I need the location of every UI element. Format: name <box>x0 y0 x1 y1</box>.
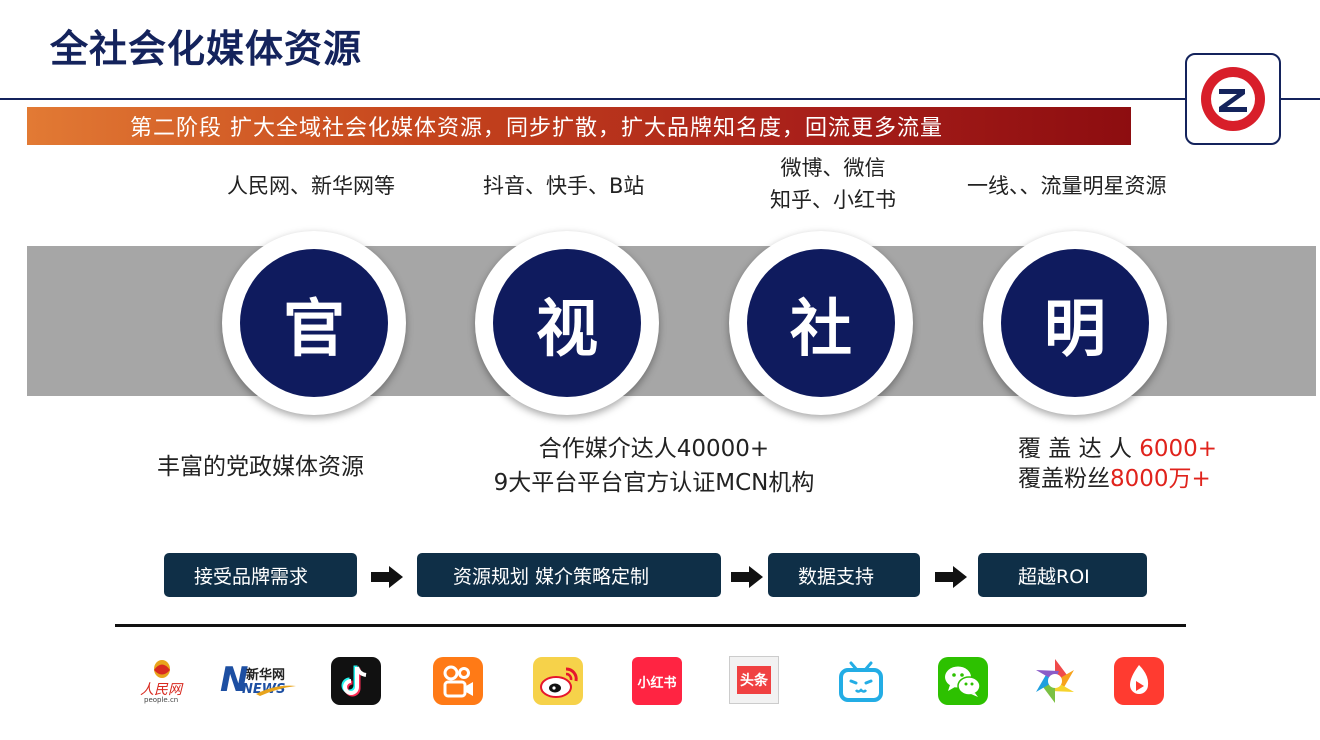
toutiao-frame: 头条 <box>729 656 779 704</box>
channel-circle-social: 社 <box>729 231 913 415</box>
channel-circle-star: 明 <box>983 231 1167 415</box>
wechat-icon <box>938 657 988 705</box>
channel-char-official: 官 <box>240 249 388 397</box>
xinhua-text: 新华网 <box>246 668 286 683</box>
desc-video-line2: 9大平台平台官方认证MCN机构 <box>493 470 815 496</box>
desc-star-row2-label: 覆盖粉丝 <box>1018 466 1110 492</box>
douyin-logo <box>330 656 382 706</box>
xinhua-swoosh-icon <box>256 685 296 696</box>
process-step-1: 接受品牌需求 <box>164 553 357 597</box>
toutiao-logo: 头条 <box>728 655 780 705</box>
xiaohongshu-text: 小红书 <box>632 657 682 705</box>
process-step-3: 数据支持 <box>768 553 920 597</box>
phase-banner-text: 第二阶段 扩大全域社会化媒体资源，同步扩散，扩大品牌知名度，回流更多流量 <box>130 116 943 141</box>
desc-video-line1: 合作媒介达人40000+ <box>538 436 770 462</box>
channel-char-video: 视 <box>493 249 641 397</box>
desc-star-row2-value: 8000万+ <box>1110 466 1211 492</box>
channel-label-social-line2: 知乎、小红书 <box>770 188 896 212</box>
company-logo <box>1185 53 1281 145</box>
desc-star-row2: 覆盖粉丝8000万+ <box>1018 462 1217 496</box>
arrow-right-icon <box>731 566 763 588</box>
desc-video: 合作媒介达人40000+ 9大平台平台官方认证MCN机构 <box>470 432 838 500</box>
channel-circle-official: 官 <box>222 231 406 415</box>
channel-char-social: 社 <box>747 249 895 397</box>
douyin-icon <box>331 657 381 705</box>
kuaishou-icon <box>433 657 483 705</box>
bottom-divider <box>115 624 1186 627</box>
channel-label-video: 抖音、快手、B站 <box>483 174 645 198</box>
xiaohongshu-logo: 小红书 <box>631 656 683 706</box>
channel-label-star: 一线、、流量明星资源 <box>967 174 1167 198</box>
people-daily-sub: people.cn <box>144 696 179 704</box>
desc-star: 覆 盖 达 人 6000+ 覆盖粉丝8000万+ <box>1018 432 1217 496</box>
desc-star-row1-label: 覆 盖 达 人 <box>1018 436 1140 462</box>
desc-star-row1-value: 6000+ <box>1139 436 1218 462</box>
channel-label-official: 人民网、新华网等 <box>227 174 395 198</box>
arrow-right-icon <box>371 566 403 588</box>
people-daily-logo: 人民网 people.cn <box>138 655 186 707</box>
process-step-2: 资源规划 媒介策略定制 <box>417 553 721 597</box>
huoshan-video-logo <box>1113 656 1165 706</box>
bilibili-logo <box>835 656 887 706</box>
xinhua-logo: N 新华网 NEWS <box>220 662 300 702</box>
weibo-logo <box>532 656 584 706</box>
people-daily-icon <box>154 660 170 678</box>
process-step-4: 超越ROI <box>978 553 1147 597</box>
arrow-right-icon <box>935 566 967 588</box>
channel-char-star: 明 <box>1001 249 1149 397</box>
title-divider <box>0 98 1320 100</box>
desc-official: 丰富的党政媒体资源 <box>157 454 364 480</box>
toutiao-text: 头条 <box>737 666 771 694</box>
moments-logo <box>1029 656 1081 706</box>
desc-star-row1: 覆 盖 达 人 6000+ <box>1018 432 1217 466</box>
wechat-logo <box>937 656 989 706</box>
logo-icon <box>1201 67 1265 131</box>
moments-aperture-icon <box>1036 659 1074 703</box>
huoshan-video-icon <box>1114 657 1164 705</box>
weibo-icon <box>533 657 583 705</box>
kuaishou-logo <box>432 656 484 706</box>
channel-circle-video: 视 <box>475 231 659 415</box>
channel-label-social-line1: 微博、微信 <box>780 156 886 180</box>
page-title: 全社会化媒体资源 <box>50 27 363 71</box>
channel-label-social: 微博、微信 知乎、小红书 <box>765 152 901 216</box>
bilibili-icon <box>839 661 883 702</box>
